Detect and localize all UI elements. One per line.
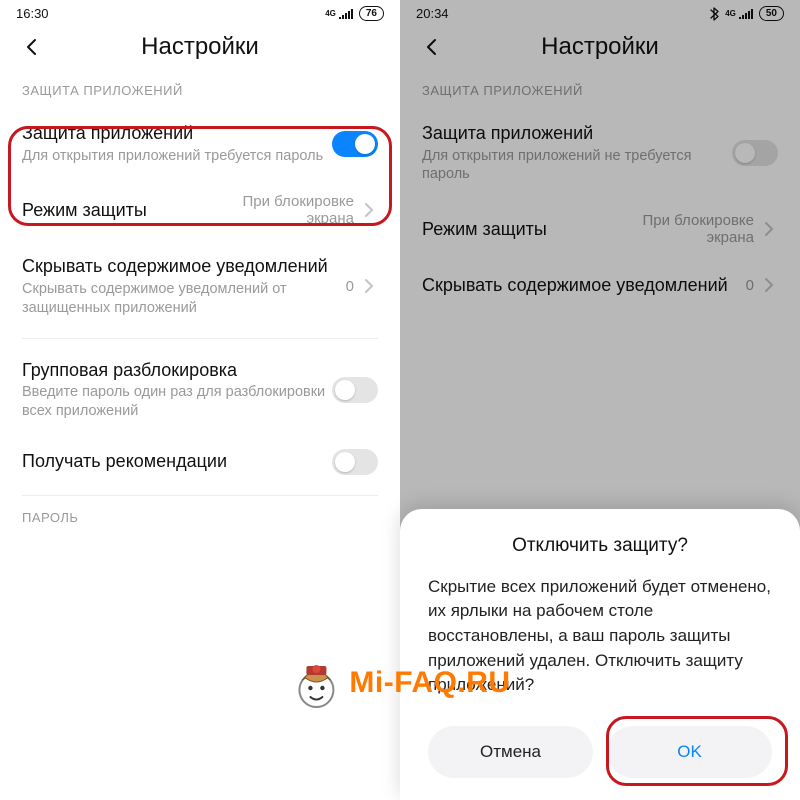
protection-mode-title: Режим защиты <box>22 199 194 222</box>
app-protection-sub: Для открытия приложений не требуется пар… <box>422 147 732 185</box>
protection-mode-row[interactable]: Режим защиты При блокировке экрана <box>0 179 400 241</box>
protection-mode-title: Режим защиты <box>422 218 594 241</box>
chevron-right-icon <box>360 278 378 294</box>
recommendations-title: Получать рекомендации <box>22 450 332 473</box>
protection-mode-row[interactable]: Режим защиты При блокировке экрана <box>400 198 800 260</box>
hide-notifications-row[interactable]: Скрывать содержимое уведомлений 0 <box>400 260 800 311</box>
protection-mode-value: При блокировке экрана <box>594 212 754 246</box>
group-unlock-row[interactable]: Групповая разблокировка Введите пароль о… <box>0 345 400 435</box>
hide-notifications-sub: Скрывать содержимое уведомлений от защищ… <box>22 280 346 318</box>
app-protection-toggle-row[interactable]: Защита приложений Для открытия приложени… <box>400 108 800 198</box>
app-protection-title: Защита приложений <box>422 122 732 145</box>
right-screenshot: 20:34 4G 50 Настройки ЗАЩИТА <box>400 0 800 800</box>
header: Настройки <box>0 23 400 75</box>
section-app-protection: ЗАЩИТА ПРИЛОЖЕНИЙ <box>400 75 800 108</box>
section-app-protection: ЗАЩИТА ПРИЛОЖЕНИЙ <box>0 75 400 108</box>
app-protection-toggle[interactable] <box>732 140 778 166</box>
chevron-right-icon <box>760 277 778 293</box>
group-unlock-toggle[interactable] <box>332 377 378 403</box>
divider <box>22 338 378 339</box>
section-password: ПАРОЛЬ <box>0 502 400 535</box>
protection-mode-value: При блокировке экрана <box>194 193 354 227</box>
page-title: Настройки <box>418 33 782 61</box>
recommendations-row[interactable]: Получать рекомендации <box>0 435 400 489</box>
group-unlock-sub: Введите пароль один раз для разблокировк… <box>22 383 332 421</box>
chevron-right-icon <box>360 202 378 218</box>
network-icon: 4G <box>725 9 736 18</box>
hide-notifications-value: 0 <box>746 277 754 294</box>
battery-icon: 50 <box>759 6 784 21</box>
signal-icon <box>739 8 753 19</box>
status-time: 16:30 <box>16 6 49 21</box>
divider <box>22 495 378 496</box>
page-title: Настройки <box>18 33 382 61</box>
battery-icon: 76 <box>359 6 384 21</box>
app-protection-toggle[interactable] <box>332 131 378 157</box>
signal-icon <box>339 8 353 19</box>
status-bar: 20:34 4G 50 <box>400 0 800 23</box>
left-screenshot: 16:30 4G 76 Настройки ЗАЩИТА ПРИЛОЖЕНИЙ … <box>0 0 400 800</box>
network-icon: 4G <box>325 9 336 18</box>
chevron-right-icon <box>760 221 778 237</box>
disable-protection-dialog: Отключить защиту? Скрытие всех приложени… <box>400 509 800 800</box>
dialog-body: Скрытие всех приложений будет отменено, … <box>428 575 772 698</box>
cancel-button[interactable]: Отмена <box>428 726 593 778</box>
dialog-title: Отключить защиту? <box>428 535 772 557</box>
app-protection-toggle-row[interactable]: Защита приложений Для открытия приложени… <box>0 108 400 179</box>
recommendations-toggle[interactable] <box>332 449 378 475</box>
app-protection-title: Защита приложений <box>22 122 332 145</box>
status-time: 20:34 <box>416 6 449 21</box>
hide-notifications-title: Скрывать содержимое уведомлений <box>22 255 346 278</box>
group-unlock-title: Групповая разблокировка <box>22 359 332 382</box>
status-bar: 16:30 4G 76 <box>0 0 400 23</box>
app-protection-sub: Для открытия приложений требуется пароль <box>22 147 332 166</box>
hide-notifications-value: 0 <box>346 278 354 295</box>
bluetooth-icon <box>709 7 719 21</box>
hide-notifications-title: Скрывать содержимое уведомлений <box>422 274 746 297</box>
ok-button[interactable]: OK <box>607 726 772 778</box>
hide-notifications-row[interactable]: Скрывать содержимое уведомлений Скрывать… <box>0 241 400 331</box>
header: Настройки <box>400 23 800 75</box>
